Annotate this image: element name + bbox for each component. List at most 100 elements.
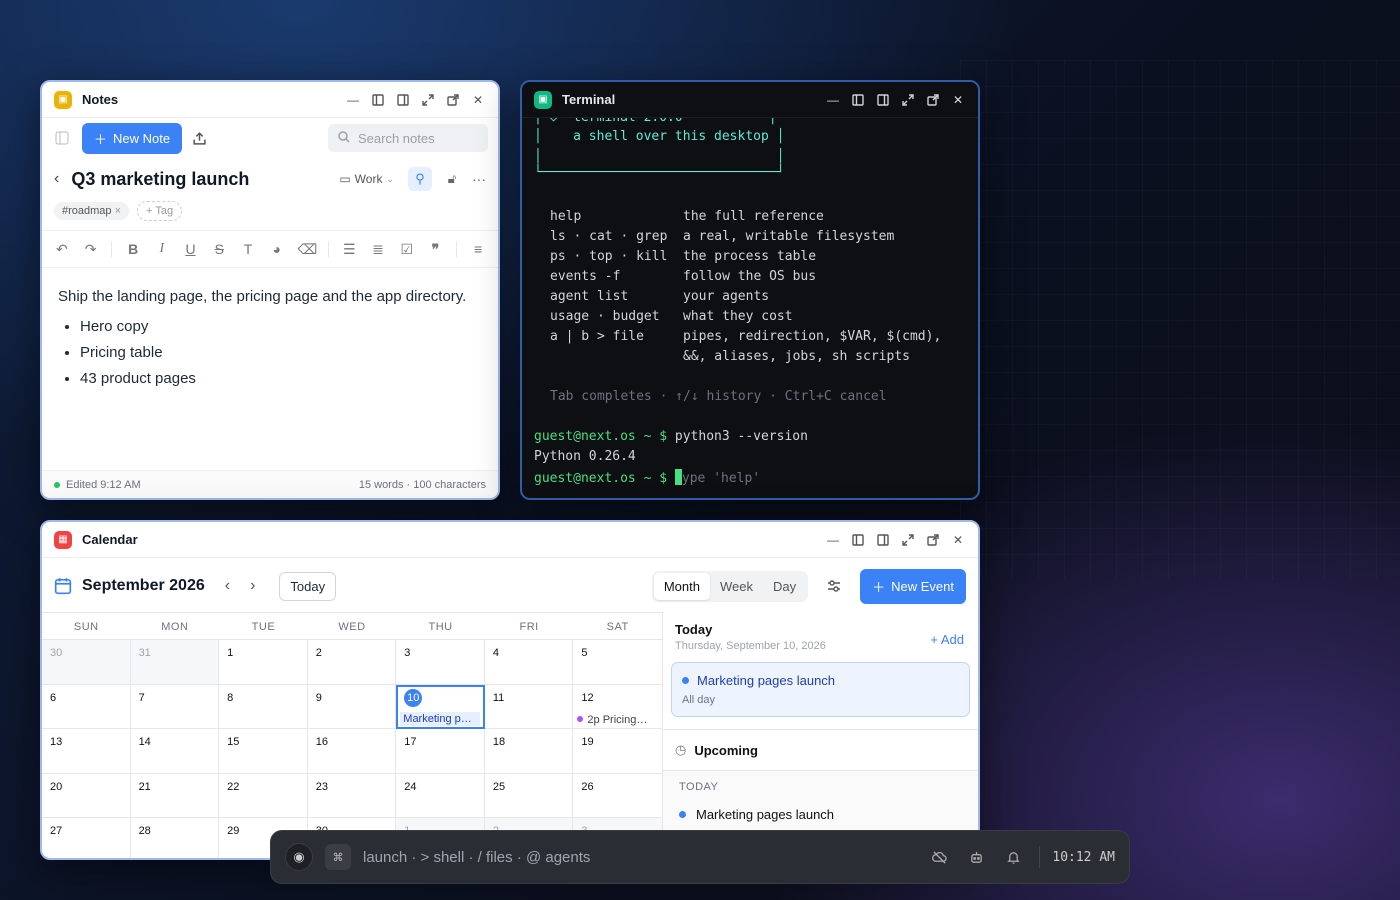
new-event-button[interactable]: ＋ New Event — [860, 568, 966, 604]
sidebar-left-icon[interactable] — [850, 92, 866, 108]
eraser-icon[interactable]: ⌫ — [298, 241, 318, 258]
command-input[interactable]: launch · > shell · / files · @ agents — [363, 849, 920, 866]
day-cell[interactable]: 23 — [307, 773, 397, 818]
day-cell[interactable]: 21 — [130, 773, 220, 818]
day-cell[interactable]: 17 — [396, 729, 485, 774]
account-button[interactable]: ◉ — [285, 843, 313, 871]
upcoming-event[interactable]: Marketing pages launch — [679, 807, 962, 822]
tag-chip[interactable]: #roadmap × — [54, 202, 130, 220]
input-line[interactable]: guest@next.os ~ $ ype 'help' — [534, 469, 760, 489]
popout-icon[interactable] — [445, 92, 461, 108]
undo-icon[interactable]: ↶ — [54, 241, 70, 258]
day-cell[interactable]: 28 — [131, 818, 220, 858]
add-tag-button[interactable]: + Tag — [137, 201, 183, 221]
next-month-icon[interactable]: › — [250, 577, 255, 595]
notes-titlebar[interactable]: ▣ Notes — ✕ — [42, 82, 498, 118]
minimize-icon[interactable]: — — [825, 532, 841, 548]
day-cell[interactable]: 8 — [219, 684, 308, 729]
note-editor[interactable]: Ship the landing page, the pricing page … — [42, 268, 498, 408]
day-cell[interactable]: 15 — [219, 729, 308, 774]
maximize-icon[interactable] — [900, 92, 916, 108]
day-cell[interactable]: 20 — [42, 773, 131, 818]
day-cell[interactable]: 25 — [484, 773, 574, 818]
day-cell[interactable]: 3 — [396, 640, 485, 685]
quote-icon[interactable]: ❞ — [428, 241, 444, 258]
maximize-icon[interactable] — [420, 92, 436, 108]
numbered-list-icon[interactable]: ≣ — [370, 241, 386, 258]
view-week-tab[interactable]: Week — [710, 573, 763, 600]
close-icon[interactable]: ✕ — [470, 92, 486, 108]
day-cell[interactable]: 19 — [573, 729, 662, 774]
sidebar-right-icon[interactable] — [395, 92, 411, 108]
sidebar-toggle-icon[interactable] — [52, 128, 72, 148]
event-chip[interactable]: Marketing p… — [400, 712, 480, 726]
text-size-icon[interactable]: T — [240, 241, 256, 257]
sidebar-left-icon[interactable] — [850, 532, 866, 548]
strikethrough-icon[interactable]: S — [211, 241, 227, 257]
day-cell[interactable]: 30 — [42, 640, 131, 685]
day-cell[interactable]: 16 — [307, 729, 397, 774]
minimize-icon[interactable]: — — [825, 92, 841, 108]
align-icon[interactable]: ≡ — [470, 241, 486, 257]
terminal-titlebar[interactable]: ▣ Terminal — ✕ — [522, 82, 978, 118]
close-icon[interactable]: × — [115, 205, 121, 217]
popout-icon[interactable] — [925, 532, 941, 548]
view-day-tab[interactable]: Day — [763, 573, 806, 600]
robot-icon[interactable] — [969, 850, 984, 865]
day-cell[interactable]: 14 — [130, 729, 220, 774]
agenda-event-card[interactable]: Marketing pages launch All day — [671, 662, 970, 717]
new-note-button[interactable]: ＋ New Note — [82, 122, 183, 154]
checklist-icon[interactable]: ☑ — [399, 241, 415, 258]
redo-icon[interactable]: ↷ — [83, 241, 99, 258]
italic-icon[interactable]: I — [154, 241, 170, 257]
day-cell[interactable]: 26 — [573, 774, 662, 818]
day-cell[interactable]: 2 — [307, 640, 397, 685]
day-cell[interactable]: 22 — [219, 773, 308, 818]
share-icon[interactable] — [192, 131, 207, 146]
lock-icon[interactable]: 🔓︎ — [440, 171, 464, 187]
back-icon[interactable]: ‹ — [54, 170, 59, 188]
day-number: 21 — [138, 780, 151, 793]
day-cell[interactable]: 11 — [484, 684, 574, 729]
palette-icon[interactable]: ◕ — [269, 241, 285, 257]
pin-icon[interactable]: ⚲ — [408, 167, 432, 191]
underline-icon[interactable]: U — [183, 241, 199, 257]
day-cell[interactable]: 31 — [130, 640, 220, 685]
search-notes-input[interactable]: Search notes — [328, 124, 488, 152]
sidebar-right-icon[interactable] — [875, 92, 891, 108]
bullet-list-icon[interactable]: ☰ — [341, 241, 357, 258]
day-cell[interactable]: 10 Marketing p… — [396, 684, 485, 729]
more-icon[interactable]: ··· — [472, 171, 486, 187]
close-icon[interactable]: ✕ — [950, 92, 966, 108]
note-title[interactable]: Q3 marketing launch — [71, 169, 339, 190]
bold-icon[interactable]: B — [125, 241, 141, 257]
minimize-icon[interactable]: — — [345, 92, 361, 108]
sidebar-right-icon[interactable] — [875, 532, 891, 548]
sidebar-left-icon[interactable] — [370, 92, 386, 108]
folder-select[interactable]: ▭ Work ⌄ — [339, 172, 394, 186]
add-event-button[interactable]: + Add — [930, 632, 964, 647]
day-cell[interactable]: 18 — [484, 729, 574, 774]
day-cell[interactable]: 27 — [42, 818, 131, 858]
day-cell[interactable]: 13 — [42, 729, 131, 774]
day-cell[interactable]: 1 — [219, 640, 308, 685]
maximize-icon[interactable] — [900, 532, 916, 548]
popout-icon[interactable] — [925, 92, 941, 108]
day-cell[interactable]: 9 — [307, 684, 397, 729]
day-cell[interactable]: 24 — [396, 773, 485, 818]
day-cell[interactable]: 12 2p Pricing… — [573, 685, 662, 729]
bell-icon[interactable] — [1006, 850, 1021, 865]
terminal-output[interactable]: │ ◇ terminal 2.0.0 │ │ a shell over this… — [522, 118, 978, 498]
filter-icon[interactable] — [826, 578, 842, 594]
view-month-tab[interactable]: Month — [653, 572, 710, 600]
day-cell[interactable]: 7 — [130, 684, 220, 729]
day-cell[interactable]: 5 — [573, 640, 662, 685]
cloud-off-icon[interactable] — [932, 850, 948, 865]
close-icon[interactable]: ✕ — [950, 532, 966, 548]
day-cell[interactable]: 4 — [484, 640, 574, 685]
day-cell[interactable]: 6 — [42, 684, 131, 729]
event-chip[interactable]: 2p Pricing… — [577, 714, 658, 726]
prev-month-icon[interactable]: ‹ — [225, 577, 230, 595]
calendar-titlebar[interactable]: ▦ Calendar — ✕ — [42, 522, 978, 558]
today-button[interactable]: Today — [279, 571, 337, 601]
